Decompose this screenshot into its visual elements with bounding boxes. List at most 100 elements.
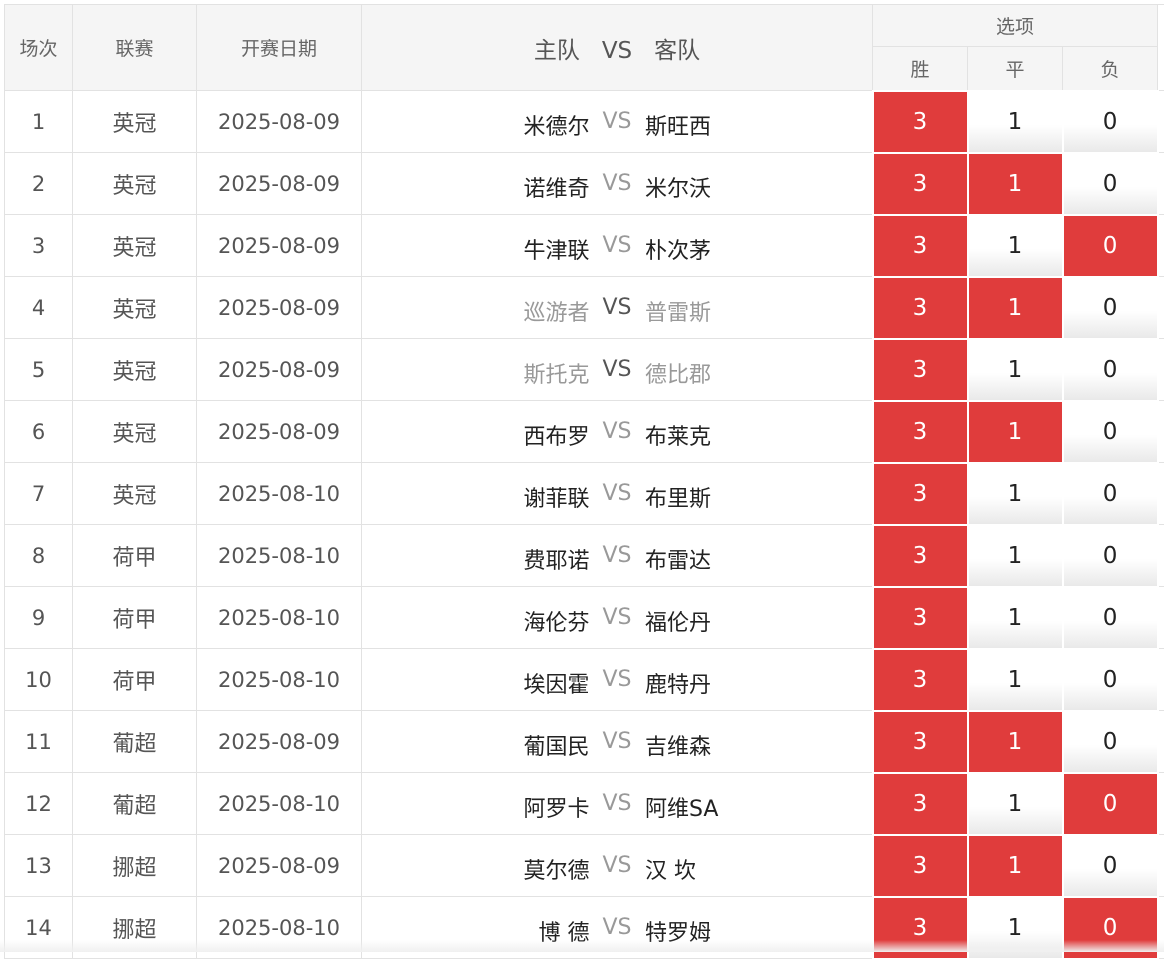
option-draw-button[interactable]: 1 xyxy=(968,835,1063,897)
row-match: 诺维奇VS米尔沃 xyxy=(362,153,873,215)
away-team: 福伦丹 xyxy=(645,605,711,637)
home-team: 米德尔 xyxy=(523,109,589,141)
row-index: 13 xyxy=(5,835,73,897)
option-lose-button[interactable]: 0 xyxy=(1063,525,1158,587)
row-spacer xyxy=(1158,835,1164,897)
header-home: 主队 xyxy=(534,38,580,64)
row-league: 英冠 xyxy=(73,463,197,525)
option-win-button[interactable]: 3 xyxy=(873,339,968,401)
home-team: 阿罗卡 xyxy=(523,791,589,823)
option-draw-button[interactable]: 1 xyxy=(968,525,1063,587)
row-date: 2025-08-09 xyxy=(197,91,362,153)
option-win-button[interactable]: 3 xyxy=(873,835,968,897)
option-draw-button[interactable]: 1 xyxy=(968,401,1063,463)
row-spacer xyxy=(1158,277,1164,339)
option-win-button[interactable]: 3 xyxy=(873,649,968,711)
header-vs: VS xyxy=(602,38,632,64)
row-index: 11 xyxy=(5,711,73,773)
option-win-button[interactable]: 3 xyxy=(873,401,968,463)
row-date: 2025-08-09 xyxy=(197,277,362,339)
table-row: 3英冠2025-08-09牛津联VS朴次茅310 xyxy=(5,215,1164,277)
away-team: 普雷斯 xyxy=(645,295,711,327)
row-date: 2025-08-09 xyxy=(197,153,362,215)
option-lose-button[interactable]: 0 xyxy=(1063,215,1158,277)
option-win-button[interactable]: 3 xyxy=(873,711,968,773)
row-match: 米德尔VS斯旺西 xyxy=(362,91,873,153)
option-lose-button[interactable]: 0 xyxy=(1063,773,1158,835)
row-index: 3 xyxy=(5,215,73,277)
row-spacer xyxy=(1158,401,1164,463)
option-win-button[interactable]: 3 xyxy=(873,91,968,153)
option-lose-button[interactable]: 0 xyxy=(1063,153,1158,215)
away-team: 德比郡 xyxy=(645,357,711,389)
option-draw-button[interactable]: 1 xyxy=(968,91,1063,153)
option-draw-button[interactable]: 1 xyxy=(968,711,1063,773)
option-win-button[interactable]: 3 xyxy=(873,587,968,649)
row-spacer xyxy=(1158,587,1164,649)
row-league: 英冠 xyxy=(73,91,197,153)
row-spacer xyxy=(1158,153,1164,215)
header-date: 开赛日期 xyxy=(197,5,362,91)
home-team: 西布罗 xyxy=(523,419,589,451)
home-team: 海伦芬 xyxy=(523,605,589,637)
home-team: 斯托克 xyxy=(523,357,589,389)
away-team: 米尔沃 xyxy=(645,171,711,203)
table-row: 10荷甲2025-08-10埃因霍VS鹿特丹310 xyxy=(5,649,1164,711)
option-win-button[interactable]: 3 xyxy=(873,525,968,587)
row-league: 挪超 xyxy=(73,835,197,897)
row-league: 葡超 xyxy=(73,711,197,773)
option-draw-button[interactable]: 1 xyxy=(968,773,1063,835)
row-spacer xyxy=(1158,649,1164,711)
vs-label: VS xyxy=(602,109,632,134)
row-match: 葡国民VS吉维森 xyxy=(362,711,873,773)
row-match: 牛津联VS朴次茅 xyxy=(362,215,873,277)
option-lose-button[interactable]: 0 xyxy=(1063,649,1158,711)
option-draw-button[interactable]: 1 xyxy=(968,587,1063,649)
away-team: 布莱克 xyxy=(645,419,711,451)
table-row: 9荷甲2025-08-10海伦芬VS福伦丹310 xyxy=(5,587,1164,649)
vs-label: VS xyxy=(602,419,632,444)
away-team: 布里斯 xyxy=(645,481,711,513)
option-win-button[interactable]: 3 xyxy=(873,153,968,215)
row-league: 英冠 xyxy=(73,153,197,215)
option-win-button[interactable]: 3 xyxy=(873,463,968,525)
row-match: 海伦芬VS福伦丹 xyxy=(362,587,873,649)
away-team: 鹿特丹 xyxy=(645,667,711,699)
option-lose-button[interactable]: 0 xyxy=(1063,835,1158,897)
option-lose-button[interactable]: 0 xyxy=(1063,277,1158,339)
row-match: 费耶诺VS布雷达 xyxy=(362,525,873,587)
option-lose-button[interactable]: 0 xyxy=(1063,463,1158,525)
table-body: 1英冠2025-08-09米德尔VS斯旺西3102英冠2025-08-09诺维奇… xyxy=(5,91,1164,959)
row-spacer xyxy=(1158,525,1164,587)
option-lose-button[interactable]: 0 xyxy=(1063,339,1158,401)
row-date: 2025-08-09 xyxy=(197,339,362,401)
table-row: 13挪超2025-08-09莫尔德VS汉 坎310 xyxy=(5,835,1164,897)
option-win-button[interactable]: 3 xyxy=(873,773,968,835)
option-draw-button[interactable]: 1 xyxy=(968,153,1063,215)
option-win-button[interactable]: 3 xyxy=(873,277,968,339)
option-draw-button[interactable]: 1 xyxy=(968,215,1063,277)
option-lose-button[interactable]: 0 xyxy=(1063,91,1158,153)
option-draw-button[interactable]: 1 xyxy=(968,339,1063,401)
option-win-button[interactable]: 3 xyxy=(873,215,968,277)
option-draw-button[interactable]: 1 xyxy=(968,463,1063,525)
row-league: 葡超 xyxy=(73,773,197,835)
row-index: 1 xyxy=(5,91,73,153)
away-team: 朴次茅 xyxy=(645,233,711,265)
row-league: 荷甲 xyxy=(73,587,197,649)
row-match: 谢菲联VS布里斯 xyxy=(362,463,873,525)
option-lose-button[interactable]: 0 xyxy=(1063,711,1158,773)
table-row: 1英冠2025-08-09米德尔VS斯旺西310 xyxy=(5,91,1164,153)
option-lose-button[interactable]: 0 xyxy=(1063,587,1158,649)
option-draw-button[interactable]: 1 xyxy=(968,649,1063,711)
row-spacer xyxy=(1158,215,1164,277)
row-date: 2025-08-09 xyxy=(197,835,362,897)
row-league: 英冠 xyxy=(73,277,197,339)
bottom-fade xyxy=(0,940,1164,952)
away-team: 布雷达 xyxy=(645,543,711,575)
option-draw-button[interactable]: 1 xyxy=(968,277,1063,339)
row-date: 2025-08-10 xyxy=(197,773,362,835)
option-lose-button[interactable]: 0 xyxy=(1063,401,1158,463)
row-date: 2025-08-10 xyxy=(197,587,362,649)
row-index: 10 xyxy=(5,649,73,711)
